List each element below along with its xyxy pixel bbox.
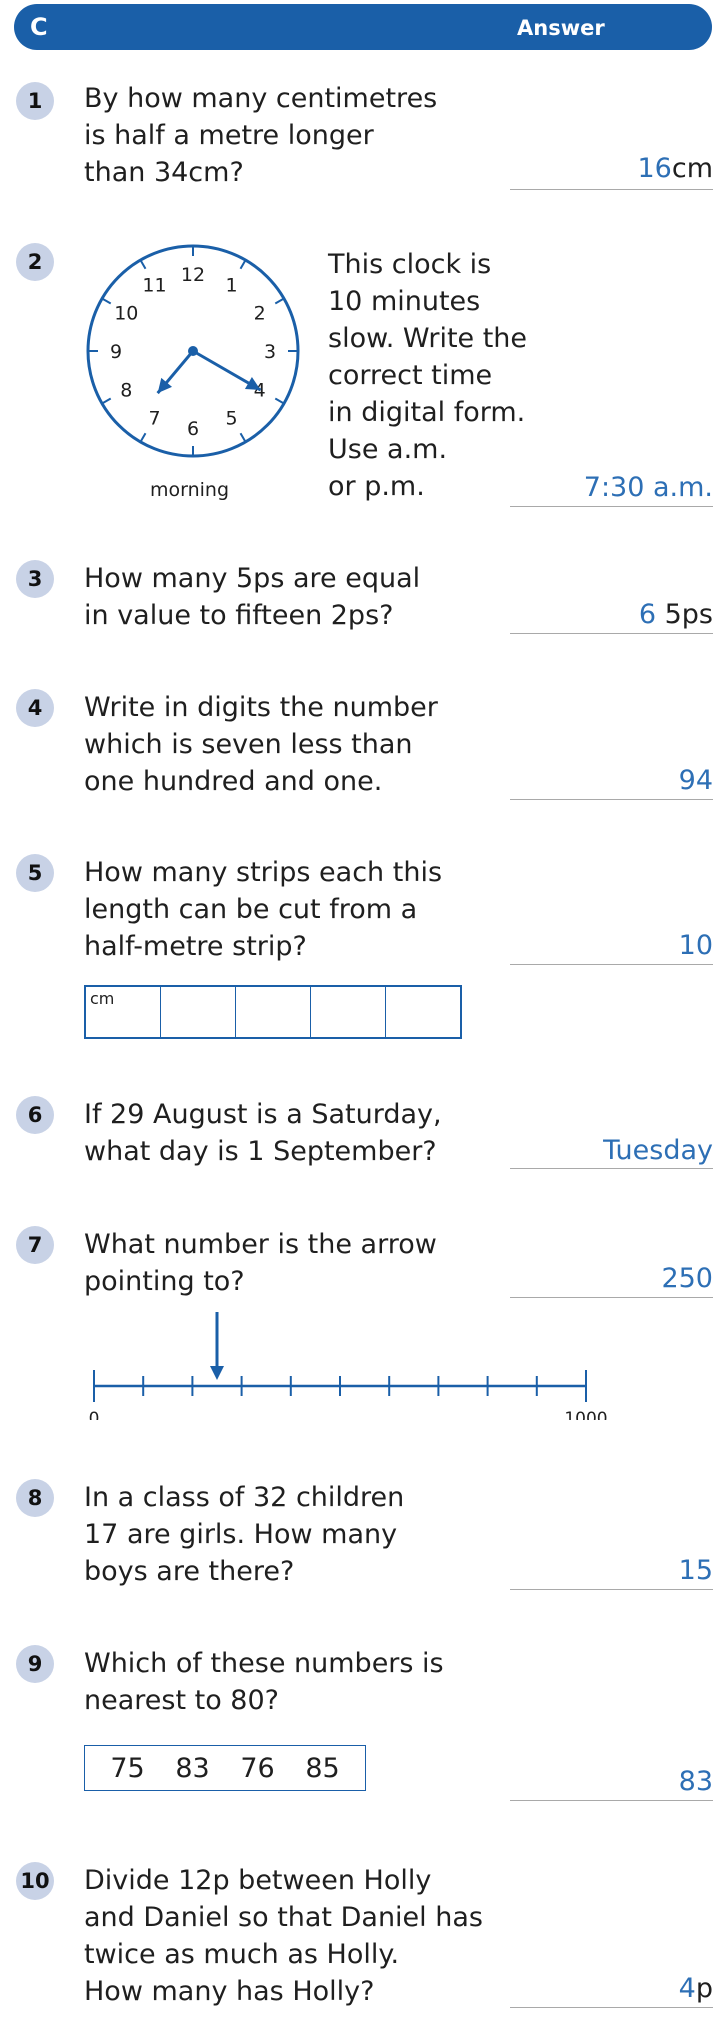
answer-line bbox=[510, 1800, 713, 1801]
answer-line bbox=[510, 633, 713, 634]
answer-line bbox=[510, 964, 713, 965]
strip-unit-label: cm bbox=[90, 989, 115, 1008]
question-number: 10 bbox=[16, 1862, 54, 1900]
options-box: 75 83 76 85 bbox=[84, 1745, 366, 1791]
number-line: 0 1000 bbox=[89, 1312, 608, 1420]
answer-line bbox=[510, 1589, 713, 1590]
clock-number: 3 bbox=[264, 341, 276, 363]
question-text: Which of these numbers is nearest to 80? bbox=[84, 1648, 444, 1716]
clock-diagram: 121234567891011 bbox=[86, 244, 300, 458]
number-line-start-label: 0 bbox=[89, 1409, 100, 1420]
question-text: Write in digits the number which is seve… bbox=[84, 692, 438, 797]
answer-value: 83 bbox=[678, 1766, 713, 1797]
clock-tick bbox=[274, 397, 285, 405]
question-text: If 29 August is a Saturday, what day is … bbox=[84, 1099, 442, 1167]
clock-number: 7 bbox=[148, 408, 160, 430]
answer-value: Tuesday bbox=[603, 1135, 713, 1166]
answer-line bbox=[510, 189, 713, 190]
question-number: 6 bbox=[16, 1096, 54, 1134]
answer-line bbox=[510, 1297, 713, 1298]
question-text: What number is the arrow pointing to? bbox=[84, 1229, 437, 1297]
clock-number: 5 bbox=[225, 408, 237, 430]
answer-value: 15 bbox=[678, 1555, 713, 1586]
question-text: How many strips each this length can be … bbox=[84, 857, 443, 962]
question-text: In a class of 32 children 17 are girls. … bbox=[84, 1482, 405, 1587]
question-text: This clock is 10 minutes slow. Write the… bbox=[328, 249, 528, 502]
number-line-end-label: 1000 bbox=[564, 1409, 607, 1420]
answer-value: 16cm bbox=[637, 153, 713, 184]
answer-value: 94 bbox=[678, 765, 713, 796]
answer-value: 10 bbox=[678, 930, 713, 961]
answer-line bbox=[510, 799, 713, 800]
answer-column-label: Answer bbox=[517, 16, 605, 40]
answer-line bbox=[510, 1168, 713, 1169]
clock-number: 12 bbox=[181, 264, 205, 286]
option-value: 75 bbox=[110, 1752, 145, 1784]
answer-value: 7:30 a.m. bbox=[583, 472, 713, 503]
question-number: 5 bbox=[16, 854, 54, 892]
answer-line bbox=[510, 506, 713, 507]
question-number: 3 bbox=[16, 560, 54, 598]
clock-tick bbox=[239, 259, 247, 270]
option-value: 85 bbox=[305, 1752, 340, 1784]
clock-number: 9 bbox=[110, 341, 122, 363]
question-number: 1 bbox=[16, 82, 54, 120]
clock-center bbox=[188, 346, 198, 356]
number-line-arrow-head bbox=[210, 1366, 224, 1380]
clock-tick bbox=[239, 432, 247, 443]
clock-number: 2 bbox=[254, 303, 266, 325]
answer-value: 4p bbox=[678, 1973, 713, 2004]
clock-tick bbox=[274, 297, 285, 305]
question-number: 7 bbox=[16, 1226, 54, 1264]
clock-number: 11 bbox=[142, 274, 166, 296]
question-number: 2 bbox=[16, 243, 54, 281]
answer-value: 6 5ps bbox=[638, 599, 713, 630]
answer-value: 250 bbox=[661, 1263, 713, 1294]
clock-number: 8 bbox=[120, 380, 132, 402]
clock-caption: morning bbox=[150, 479, 230, 501]
question-text: By how many centimetres is half a metre … bbox=[84, 83, 438, 188]
question-number: 8 bbox=[16, 1479, 54, 1517]
option-value: 83 bbox=[175, 1752, 210, 1784]
section-letter: C bbox=[30, 13, 48, 41]
clock-tick bbox=[101, 297, 112, 305]
clock-number: 10 bbox=[114, 303, 138, 325]
clock-number: 1 bbox=[225, 274, 237, 296]
section-header: C Answer bbox=[14, 4, 712, 50]
clock-tick bbox=[139, 259, 147, 270]
clock-tick bbox=[101, 397, 112, 405]
question-number: 9 bbox=[16, 1645, 54, 1683]
option-value: 76 bbox=[240, 1752, 275, 1784]
answer-line bbox=[510, 2007, 713, 2008]
strip-diagram: cm bbox=[84, 985, 462, 1039]
question-number: 4 bbox=[16, 689, 54, 727]
clock-number: 6 bbox=[187, 418, 199, 440]
question-text: How many 5ps are equal in value to fifte… bbox=[84, 563, 421, 631]
question-text: Divide 12p between Holly and Daniel so t… bbox=[84, 1865, 483, 2007]
clock-tick bbox=[139, 432, 147, 443]
